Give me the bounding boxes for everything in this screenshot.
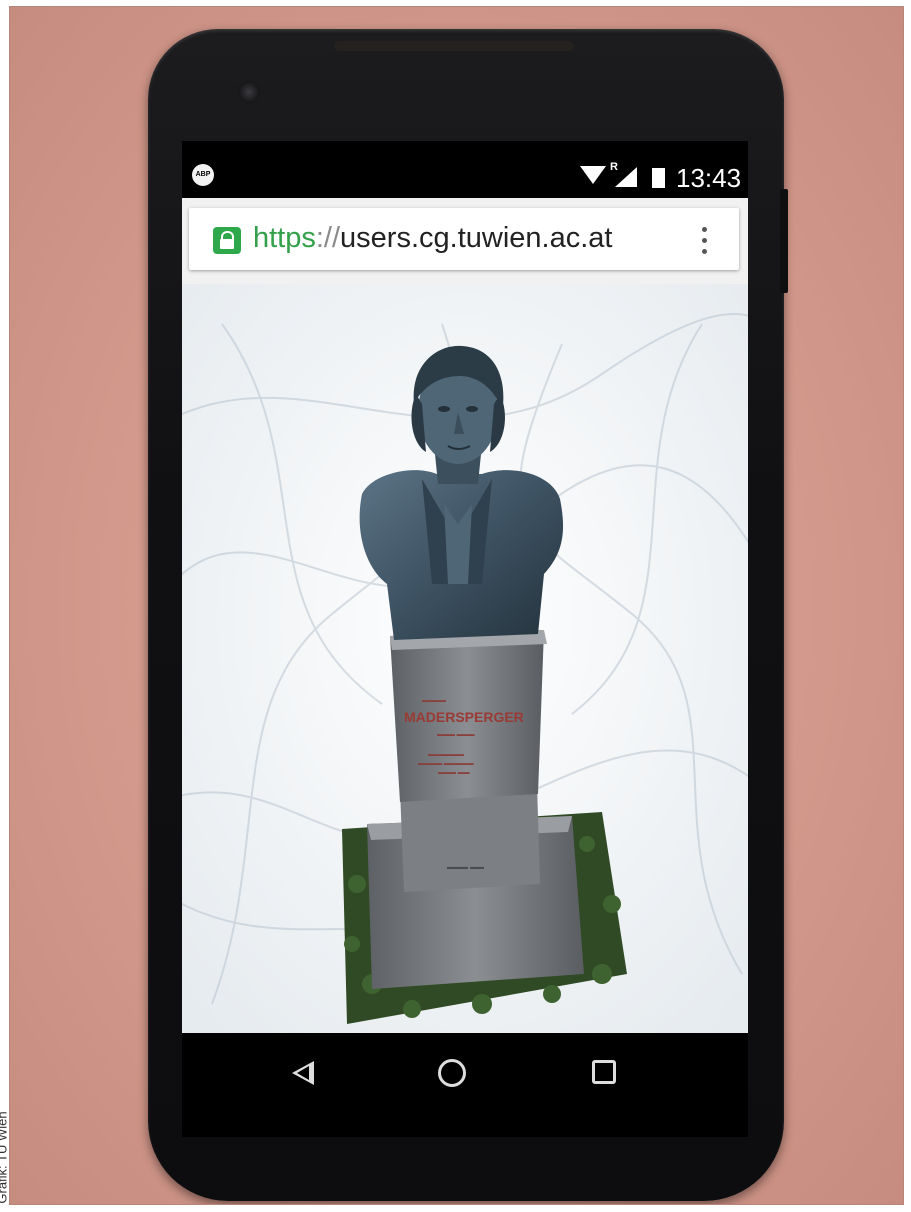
svg-text:▬▬▬ ▬▬: ▬▬▬ ▬▬	[438, 770, 470, 776]
wifi-icon	[580, 166, 606, 184]
phone-screen: ABP R 13:43 https://users.cg.tuwien.ac.a…	[182, 141, 748, 1137]
signal-icon	[615, 167, 637, 187]
earpiece-speaker	[334, 41, 574, 51]
photo-credit: Grafik: TU Wien	[0, 1111, 10, 1204]
status-bar: ABP R 13:43	[182, 141, 748, 198]
svg-text:▬▬▬▬▬▬: ▬▬▬▬▬▬	[428, 752, 464, 758]
pedestal-inscription: MADERSPERGER	[404, 709, 524, 725]
smartphone: ABP R 13:43 https://users.cg.tuwien.ac.a…	[148, 29, 788, 1201]
abp-icon: ABP	[192, 164, 214, 186]
power-button	[780, 189, 788, 293]
lock-icon[interactable]	[213, 227, 241, 254]
url-scheme: https	[253, 222, 316, 254]
svg-text:▬▬▬▬ ▬▬▬▬▬: ▬▬▬▬ ▬▬▬▬▬	[418, 761, 474, 767]
menu-icon[interactable]	[694, 224, 714, 258]
status-clock: 13:43	[676, 163, 742, 193]
url-host: users.cg.tuwien.ac.at	[340, 222, 613, 254]
browser-toolbar: https://users.cg.tuwien.ac.at	[182, 198, 748, 284]
front-camera	[238, 81, 260, 103]
svg-text:▬▬▬ ▬▬: ▬▬▬ ▬▬	[447, 864, 484, 871]
url-separator: ://	[315, 222, 341, 254]
home-icon[interactable]	[438, 1059, 466, 1087]
webgl-viewport[interactable]: ▬▬▬ ▬▬ ▬▬▬▬ MADERSPERGER ▬▬▬ ▬▬▬ ▬▬▬▬▬▬ …	[182, 284, 748, 1033]
svg-text:▬▬▬▬: ▬▬▬▬	[422, 698, 446, 704]
recents-icon[interactable]	[592, 1060, 616, 1084]
photo-background: ABP R 13:43 https://users.cg.tuwien.ac.a…	[9, 6, 904, 1205]
svg-text:▬▬▬ ▬▬▬: ▬▬▬ ▬▬▬	[437, 732, 475, 738]
url-text[interactable]: https://users.cg.tuwien.ac.at	[253, 222, 612, 255]
back-icon[interactable]	[292, 1061, 314, 1085]
address-bar[interactable]: https://users.cg.tuwien.ac.at	[189, 208, 739, 270]
battery-icon	[652, 168, 665, 188]
android-nav-bar	[182, 1033, 748, 1137]
point-cloud-render: ▬▬▬ ▬▬ ▬▬▬▬ MADERSPERGER ▬▬▬ ▬▬▬ ▬▬▬▬▬▬ …	[182, 284, 748, 1033]
